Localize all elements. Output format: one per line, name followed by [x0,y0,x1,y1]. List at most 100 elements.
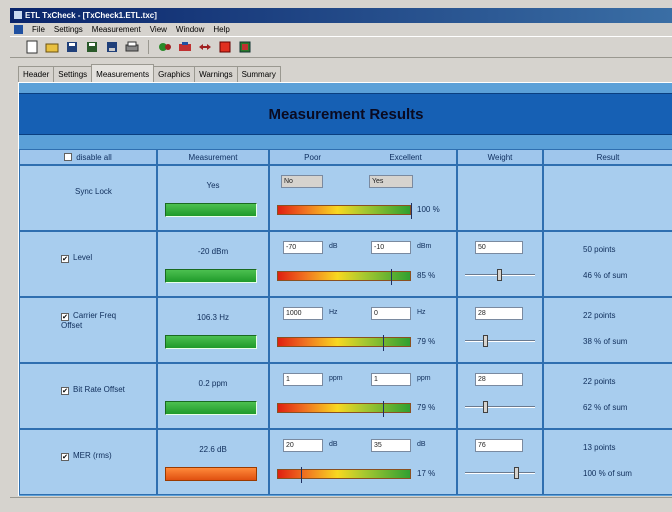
table-cell [157,297,269,363]
result-points: 22 points [583,311,616,320]
measurement-value: Yes [206,181,220,190]
new-file-icon[interactable] [24,39,40,55]
results-header: Measurement Results [19,93,672,135]
tab-header[interactable]: Header [18,66,55,82]
excellent-threshold-input[interactable]: -10 [371,241,411,254]
weight-input[interactable]: 28 [475,373,523,386]
poor-unit: dB [329,243,338,250]
save-icon[interactable] [64,39,80,55]
tab-summary[interactable]: Summary [236,66,281,82]
excellent-threshold-input[interactable]: 0 [371,307,411,320]
measurement-bar [165,269,257,283]
weight-input[interactable]: 28 [475,307,523,320]
tab-settings[interactable]: Settings [53,66,93,82]
enable-checkbox[interactable]: ✔ [61,255,69,263]
table-cell [543,297,672,363]
table-cell [543,165,672,231]
excellent-unit: dB [417,441,426,448]
tab-graphics[interactable]: Graphics [153,66,196,82]
column-header-disable-all: disable all [19,149,157,165]
poor-threshold-input[interactable]: 1 [283,373,323,386]
column-header-result: Result [543,149,672,165]
table-cell [543,363,672,429]
menu-help[interactable]: Help [213,23,229,36]
save-all-icon[interactable] [104,39,120,55]
quality-percent: 85 % [417,271,436,280]
poor-threshold-input[interactable]: -70 [283,241,323,254]
weight-slider-thumb[interactable] [514,467,519,479]
result-points: 50 points [583,245,616,254]
stop-icon[interactable] [217,39,233,55]
open-folder-icon[interactable] [44,39,60,55]
column-header-excellent: Excellent [389,152,422,162]
menu-view[interactable]: View [150,23,167,36]
disable-all-checkbox[interactable] [64,153,73,161]
enable-checkbox[interactable]: ✔ [61,453,69,461]
document-icon[interactable] [14,25,23,34]
app-icon [14,11,22,19]
measurement-bar [165,401,257,415]
poor-threshold-input[interactable]: 1000 [283,307,323,320]
enable-checkbox[interactable]: ✔ [61,313,69,321]
weight-slider-thumb[interactable] [497,269,502,281]
tab-measurements[interactable]: Measurements [91,64,155,82]
menu-bar: File Settings Measurement View Window He… [10,23,672,36]
quality-gauge [277,467,411,483]
weight-slider[interactable] [465,269,535,281]
result-points: 22 points [583,377,616,386]
quality-marker [383,401,384,417]
measurement-bar [165,203,257,217]
table-cell [19,429,157,495]
result-points: 13 points [583,443,616,452]
weight-input[interactable]: 50 [475,241,523,254]
row-label: Sync Lock [75,187,145,197]
print-icon[interactable] [124,39,140,55]
menu-window[interactable]: Window [176,23,204,36]
menu-settings[interactable]: Settings [54,23,83,36]
weight-slider-thumb[interactable] [483,401,488,413]
page-title: Measurement Results [268,106,424,123]
poor-threshold-input[interactable]: No [281,175,323,188]
table-cell [19,363,157,429]
quality-marker [301,467,302,483]
transfer-icon[interactable] [197,39,213,55]
weight-input[interactable]: 76 [475,439,523,452]
row-label: ✔ Bit Rate Offset [61,385,129,395]
menu-file[interactable]: File [32,23,45,36]
weight-slider[interactable] [465,335,535,347]
excellent-threshold-input[interactable]: 35 [371,439,411,452]
table-cell [157,231,269,297]
poor-unit: dB [329,441,338,448]
result-share: 62 % of sum [583,403,628,412]
save-as-icon[interactable] [84,39,100,55]
quality-marker [391,269,392,285]
result-share: 100 % of sum [583,469,632,478]
row-label: ✔ Level [61,253,129,263]
row-label: ✔ Carrier Freq Offset [61,311,129,331]
measurement-value: 22.6 dB [199,445,227,454]
excellent-threshold-input[interactable]: 1 [371,373,411,386]
excellent-threshold-input[interactable]: Yes [369,175,413,188]
report-icon[interactable] [237,39,253,55]
table-cell [19,165,157,231]
weight-slider[interactable] [465,401,535,413]
connect-icon[interactable] [157,39,173,55]
tab-strip: Header Settings Measurements Graphics Wa… [18,64,281,82]
table-cell [543,231,672,297]
table-cell [19,231,157,297]
measurement-bar [165,335,257,349]
menu-measurement[interactable]: Measurement [92,23,141,36]
poor-unit: ppm [329,375,343,382]
row-name: MER (rms) [73,451,112,460]
window-title: ETL TxCheck - [TxCheck1.ETL.txc] [25,11,157,20]
enable-checkbox[interactable]: ✔ [61,387,69,395]
quality-marker [383,335,384,351]
tab-warnings[interactable]: Warnings [194,66,238,82]
quality-gauge [277,401,411,417]
poor-threshold-input[interactable]: 20 [283,439,323,452]
disable-all-label: disable all [76,152,112,162]
weight-slider-thumb[interactable] [483,335,488,347]
excellent-unit: Hz [417,309,426,316]
disconnect-icon[interactable] [177,39,193,55]
weight-slider[interactable] [465,467,535,479]
